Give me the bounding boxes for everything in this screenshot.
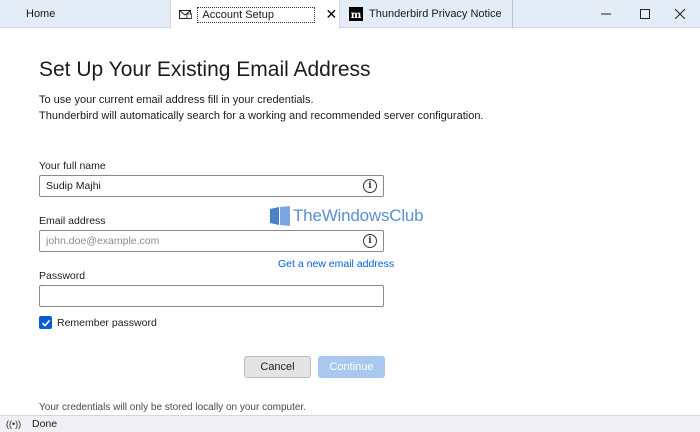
email-label: Email address xyxy=(39,215,106,227)
windows-club-logo-icon xyxy=(270,206,290,226)
cancel-button[interactable]: Cancel xyxy=(244,356,311,378)
credentials-note: Your credentials will only be stored loc… xyxy=(39,402,306,413)
password-field[interactable] xyxy=(39,285,384,307)
tab-account-setup[interactable]: Account Setup ✕ xyxy=(170,0,340,29)
account-setup-panel: Set Up Your Existing Email Address To us… xyxy=(0,29,700,415)
status-bar: ((•)) Done xyxy=(0,415,700,432)
remember-password-label: Remember password xyxy=(57,316,157,329)
intro-line-1: To use your current email address fill i… xyxy=(39,94,314,106)
tab-home-label: Home xyxy=(26,8,56,20)
maximize-button[interactable] xyxy=(625,0,665,28)
watermark: TheWindowsClub xyxy=(270,206,424,226)
tab-account-setup-label: Account Setup xyxy=(197,6,315,23)
activity-icon: ((•)) xyxy=(6,419,22,429)
remember-password-row[interactable]: Remember password xyxy=(39,316,157,329)
password-label: Password xyxy=(39,270,86,282)
continue-button[interactable]: Continue xyxy=(318,356,385,378)
intro-text: To use your current email address fill i… xyxy=(39,92,484,124)
full-name-field[interactable]: i xyxy=(39,175,384,197)
email-input[interactable] xyxy=(46,235,363,247)
page-title: Set Up Your Existing Email Address xyxy=(39,58,371,81)
email-field[interactable]: i xyxy=(39,230,384,252)
svg-text:m: m xyxy=(351,10,362,21)
full-name-label: Your full name xyxy=(39,160,106,172)
remember-password-checkbox[interactable] xyxy=(39,316,52,329)
minimize-button[interactable] xyxy=(586,0,626,28)
envelope-icon xyxy=(179,8,193,22)
info-icon[interactable]: i xyxy=(363,179,377,193)
intro-line-2: Thunderbird will automatically search fo… xyxy=(39,110,484,122)
status-text: Done xyxy=(32,418,58,430)
checkmark-icon xyxy=(41,319,50,327)
watermark-text: TheWindowsClub xyxy=(293,206,424,225)
mozilla-icon: m xyxy=(349,7,363,21)
full-name-input[interactable] xyxy=(46,180,363,192)
close-window-button[interactable] xyxy=(660,0,700,28)
close-tab-icon[interactable]: ✕ xyxy=(324,6,339,23)
tab-privacy-notice[interactable]: m Thunderbird Privacy Notice xyxy=(341,0,513,28)
tab-privacy-label: Thunderbird Privacy Notice xyxy=(369,8,502,20)
info-icon[interactable]: i xyxy=(363,234,377,248)
get-new-email-link[interactable]: Get a new email address xyxy=(278,258,394,270)
tab-home[interactable]: Home xyxy=(0,0,170,28)
password-input[interactable] xyxy=(46,290,377,302)
tab-bar: Home Account Setup ✕ m Thunderbird Priva… xyxy=(0,0,700,29)
